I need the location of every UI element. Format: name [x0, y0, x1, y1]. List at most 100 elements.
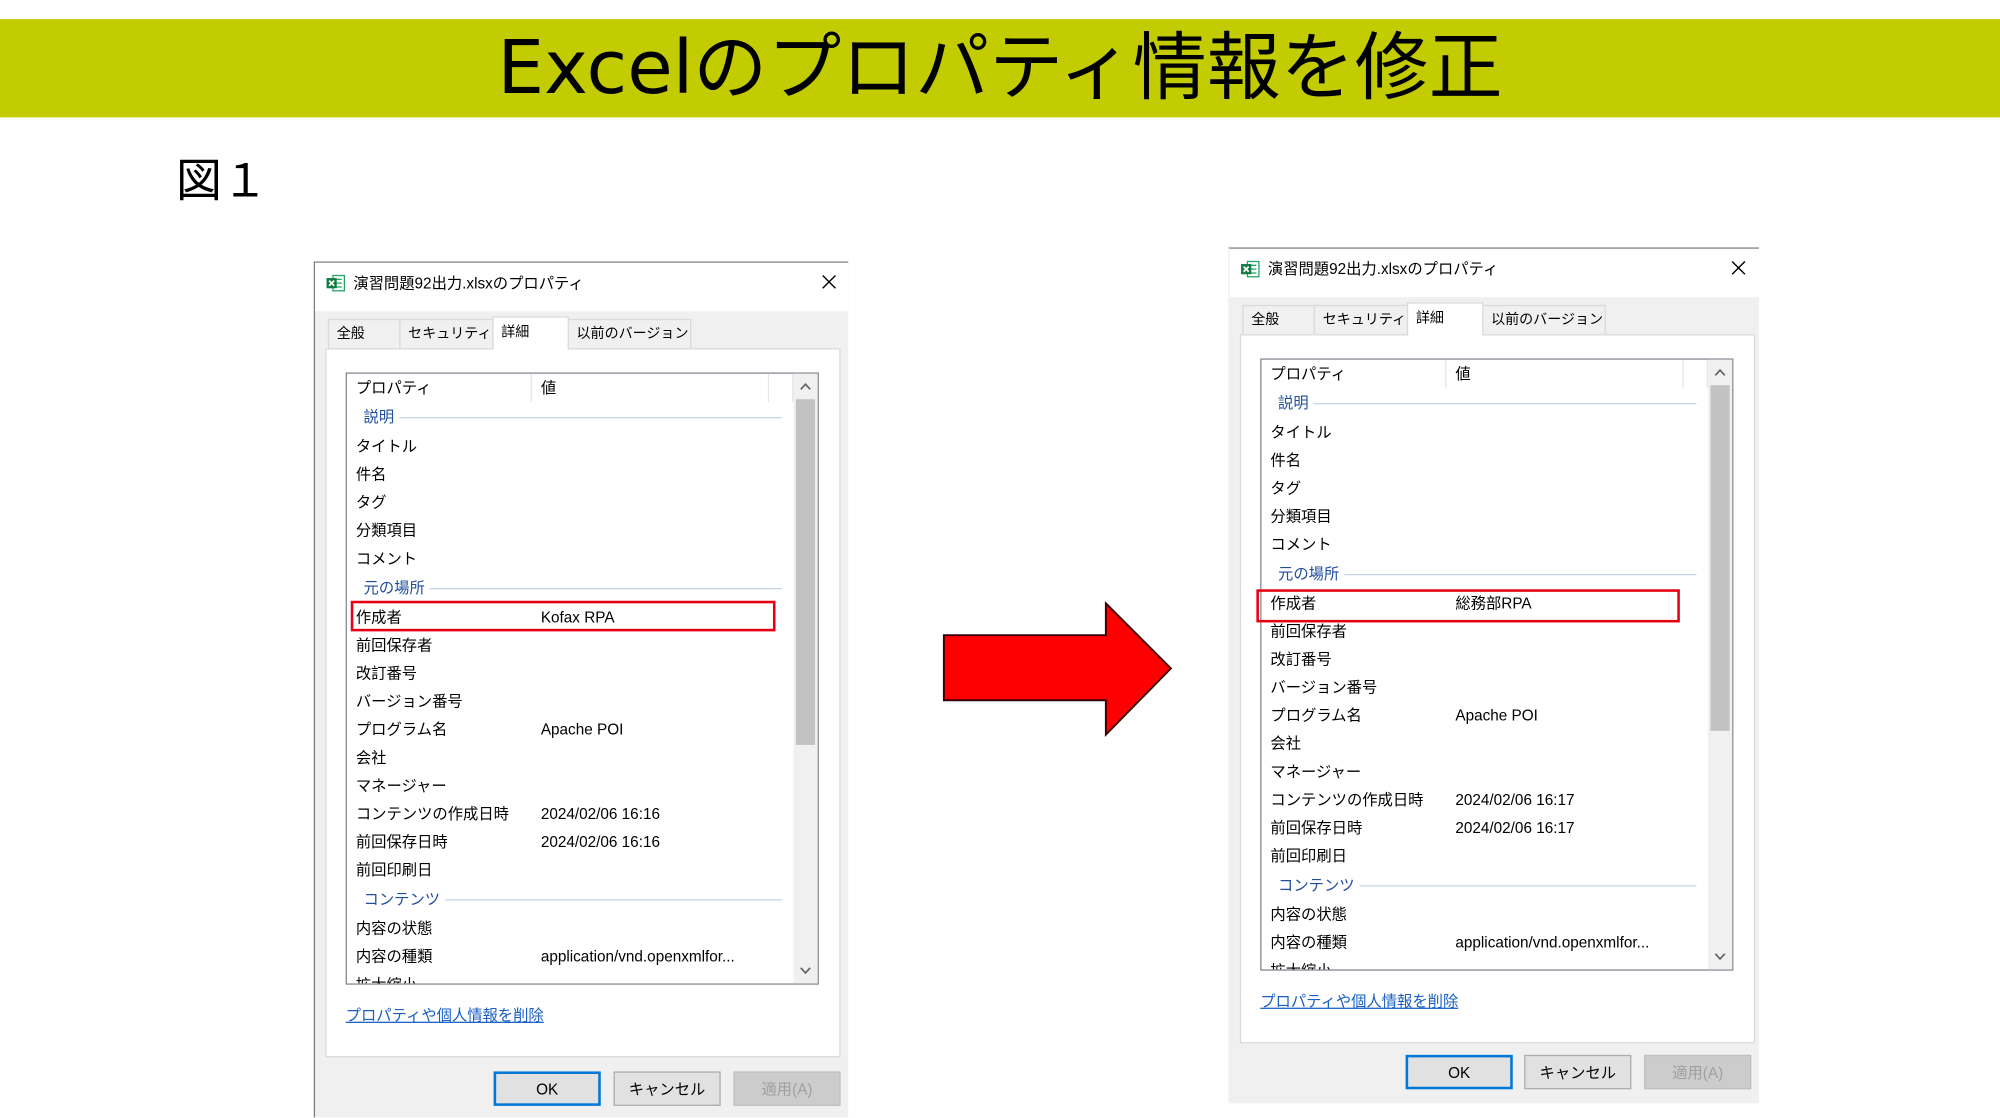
property-value[interactable]: [1446, 503, 1707, 531]
tab-general[interactable]: 全般: [1242, 304, 1316, 335]
property-value[interactable]: 総務部RPA: [1446, 589, 1707, 617]
scroll-down-arrow-icon[interactable]: [1714, 953, 1726, 961]
tab-general[interactable]: 全般: [327, 318, 401, 349]
property-row[interactable]: タイトル: [1261, 418, 1707, 446]
property-row[interactable]: マネージャー: [1261, 758, 1707, 786]
property-value[interactable]: application/vnd.openxmlfor...: [1446, 929, 1707, 957]
property-row[interactable]: プログラム名 Apache POI: [1261, 702, 1707, 730]
property-row[interactable]: プログラム名 Apache POI: [347, 716, 793, 744]
property-value[interactable]: [532, 631, 793, 659]
property-value[interactable]: [532, 744, 793, 772]
property-value[interactable]: 2024/02/06 16:17: [1446, 786, 1707, 814]
scrollbar-thumb[interactable]: [795, 399, 816, 745]
property-value[interactable]: [532, 489, 793, 517]
remove-properties-link[interactable]: プロパティや個人情報を削除: [346, 1005, 544, 1025]
property-row[interactable]: 前回印刷日: [1261, 842, 1707, 870]
property-row[interactable]: マネージャー: [347, 772, 793, 800]
property-row[interactable]: 改訂番号: [1261, 645, 1707, 673]
property-row[interactable]: コンテンツの作成日時 2024/02/06 16:17: [1261, 786, 1707, 814]
property-row[interactable]: タグ: [347, 489, 793, 517]
property-row[interactable]: コメント: [347, 545, 793, 573]
property-value[interactable]: [1446, 842, 1707, 870]
properties-list[interactable]: プロパティ 値 説明 タイトル 件名 タグ 分類項目 コメント 元の場所 作成者 総務部RPA 前…: [1256, 358, 1734, 971]
property-value[interactable]: [1446, 446, 1707, 474]
scroll-up-arrow-icon[interactable]: [1714, 368, 1726, 377]
property-row[interactable]: 件名: [1261, 446, 1707, 474]
column-header-property[interactable]: プロパティ: [1261, 359, 1447, 388]
property-row[interactable]: タグ: [1261, 474, 1707, 502]
property-value[interactable]: [1446, 901, 1707, 929]
property-value[interactable]: [532, 687, 793, 715]
ok-button[interactable]: OK: [493, 1071, 601, 1106]
property-value[interactable]: [1446, 418, 1707, 446]
property-value[interactable]: 2024/02/06 16:17: [1446, 814, 1707, 842]
property-row[interactable]: 会社: [347, 744, 793, 772]
property-value[interactable]: [532, 915, 793, 943]
property-value[interactable]: [532, 517, 793, 545]
scroll-down-arrow-icon[interactable]: [800, 967, 811, 975]
apply-button[interactable]: 適用(A): [1644, 1054, 1752, 1090]
property-value[interactable]: 2024/02/06 16:16: [532, 828, 793, 856]
property-row[interactable]: 前回保存日時 2024/02/06 16:17: [1261, 814, 1707, 842]
property-row[interactable]: 内容の種類 application/vnd.openxmlfor...: [347, 943, 793, 971]
property-value[interactable]: [1446, 758, 1707, 786]
property-value[interactable]: [532, 545, 793, 573]
scroll-up-arrow-icon[interactable]: [800, 382, 811, 391]
property-row[interactable]: 前回保存者: [1261, 617, 1707, 645]
property-row[interactable]: 内容の種類 application/vnd.openxmlfor...: [1261, 929, 1707, 957]
property-row[interactable]: バージョン番号: [1261, 673, 1707, 701]
property-value[interactable]: [532, 772, 793, 800]
column-header-value[interactable]: 値: [1446, 359, 1684, 388]
ok-button[interactable]: OK: [1405, 1054, 1513, 1090]
property-row[interactable]: 作成者 Kofax RPA: [347, 600, 793, 632]
dialog-title-bar[interactable]: 演習問題92出力.xlsxのプロパティ: [315, 262, 849, 312]
property-row[interactable]: 内容の状態: [1261, 901, 1707, 929]
property-row[interactable]: 分類項目: [347, 517, 793, 545]
properties-list[interactable]: プロパティ 値 説明 タイトル 件名 タグ 分類項目 コメント 元の場所 作成者 Kofax R…: [345, 372, 819, 985]
property-value[interactable]: Kofax RPA: [532, 603, 793, 631]
property-row[interactable]: コメント: [1261, 531, 1707, 559]
tab-details[interactable]: 詳細: [492, 316, 569, 350]
property-row[interactable]: コンテンツの作成日時 2024/02/06 16:16: [347, 800, 793, 828]
tab-security[interactable]: セキュリティ: [399, 318, 494, 349]
property-value[interactable]: Apache POI: [532, 716, 793, 744]
property-row[interactable]: 改訂番号: [347, 659, 793, 687]
property-value[interactable]: [532, 971, 793, 984]
dialog-title-bar[interactable]: 演習問題92出力.xlsxのプロパティ: [1229, 248, 1759, 298]
remove-properties-link[interactable]: プロパティや個人情報を削除: [1260, 991, 1458, 1011]
property-value[interactable]: [1446, 730, 1707, 758]
property-value[interactable]: [1446, 474, 1707, 502]
vertical-scrollbar[interactable]: [1707, 359, 1733, 970]
property-value[interactable]: [1446, 617, 1707, 645]
property-row[interactable]: タイトル: [347, 432, 793, 460]
property-row[interactable]: 内容の状態: [347, 915, 793, 943]
property-row[interactable]: 拡大縮小: [1261, 957, 1707, 970]
property-row[interactable]: 前回印刷日: [347, 856, 793, 884]
property-row[interactable]: 前回保存日時 2024/02/06 16:16: [347, 828, 793, 856]
tab-details[interactable]: 詳細: [1406, 302, 1484, 336]
cancel-button[interactable]: キャンセル: [1524, 1054, 1632, 1090]
vertical-scrollbar[interactable]: [793, 373, 818, 984]
cancel-button[interactable]: キャンセル: [613, 1071, 721, 1106]
property-value[interactable]: [1446, 645, 1707, 673]
tab-security[interactable]: セキュリティ: [1313, 304, 1409, 335]
property-value[interactable]: [532, 432, 793, 460]
column-header-property[interactable]: プロパティ: [347, 373, 532, 402]
property-row[interactable]: バージョン番号: [347, 687, 793, 715]
property-row[interactable]: 前回保存者: [347, 631, 793, 659]
property-row[interactable]: 会社: [1261, 730, 1707, 758]
property-value[interactable]: [1446, 957, 1707, 970]
property-row[interactable]: 件名: [347, 460, 793, 488]
property-row[interactable]: 拡大縮小: [347, 971, 793, 984]
property-value[interactable]: application/vnd.openxmlfor...: [532, 943, 793, 971]
property-value[interactable]: [1446, 531, 1707, 559]
column-header-value[interactable]: 値: [532, 373, 770, 402]
property-value[interactable]: [532, 856, 793, 884]
property-value[interactable]: 2024/02/06 16:16: [532, 800, 793, 828]
property-value[interactable]: [1446, 673, 1707, 701]
tab-previous-versions[interactable]: 以前のバージョン: [1482, 304, 1606, 335]
tab-previous-versions[interactable]: 以前のバージョン: [567, 318, 692, 349]
property-value[interactable]: [532, 659, 793, 687]
close-icon[interactable]: [1731, 260, 1746, 275]
property-row[interactable]: 作成者 総務部RPA: [1256, 589, 1707, 623]
